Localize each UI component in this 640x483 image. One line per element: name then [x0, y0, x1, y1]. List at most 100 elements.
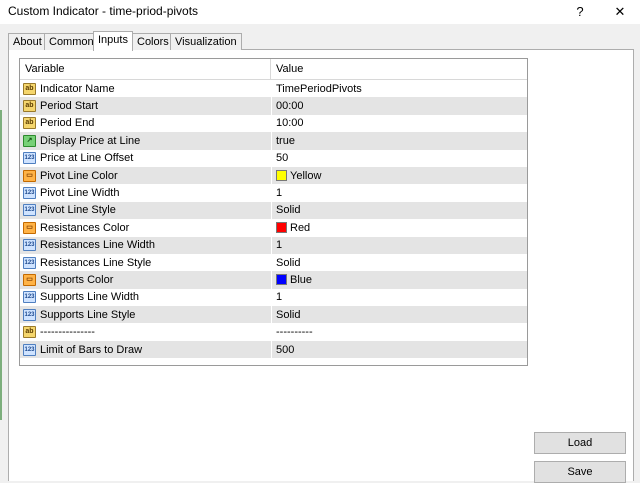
number-icon: 123	[23, 256, 36, 269]
table-row[interactable]: ab Indicator Name TimePeriodPivots	[20, 80, 527, 98]
ab-text-icon: ab	[23, 82, 36, 95]
ab-text-icon: ab	[23, 326, 36, 339]
table-row[interactable]: 123 Pivot Line Width 1	[20, 184, 527, 202]
table-row[interactable]: ▭ Resistances Color Red	[20, 219, 527, 237]
variable-cell[interactable]: ▭ Supports Color	[20, 271, 270, 288]
variable-cell[interactable]: 123 Resistances Line Width	[20, 237, 270, 254]
value-cell[interactable]: ----------	[271, 323, 527, 341]
value-text: Red	[290, 221, 311, 234]
tab-about[interactable]: About	[8, 33, 47, 50]
variable-cell[interactable]: 123 Supports Line Width	[20, 289, 270, 306]
variable-cell[interactable]: 123 Limit of Bars to Draw	[20, 341, 270, 358]
value-text: ----------	[276, 326, 313, 339]
tab-visualization[interactable]: Visualization	[170, 33, 242, 50]
color-icon: ▭	[23, 221, 36, 234]
value-text: 1	[276, 187, 283, 200]
variable-cell[interactable]: 123 Price at Line Offset	[20, 150, 270, 167]
inputs-grid[interactable]: Variable Value ab Indicator Name TimePerio…	[19, 58, 528, 366]
color-icon: ▭	[23, 169, 36, 182]
variable-cell[interactable]: ▭ Resistances Color	[20, 219, 270, 236]
variable-label: Indicator Name	[40, 82, 115, 95]
table-row[interactable]: 123 Supports Line Width 1	[20, 288, 527, 307]
value-cell[interactable]: Solid	[271, 306, 527, 324]
ab-text-icon: ab	[23, 100, 36, 113]
tab-common[interactable]: Common	[44, 33, 99, 50]
variable-label: Resistances Line Style	[40, 256, 152, 269]
variable-cell[interactable]: ▭ Pivot Line Color	[20, 167, 270, 184]
tab-colors[interactable]: Colors	[132, 33, 174, 50]
close-button[interactable]: ✕	[600, 0, 640, 24]
grid-header: Variable Value	[20, 59, 527, 80]
value-cell[interactable]: Blue	[271, 271, 527, 289]
value-cell[interactable]: 500	[271, 340, 527, 359]
value-text: 1	[276, 291, 283, 304]
table-row[interactable]: 123 Pivot Line Style Solid	[20, 201, 527, 220]
value-cell[interactable]: true	[271, 132, 527, 150]
help-button[interactable]: ?	[560, 0, 600, 24]
variable-cell[interactable]: 123 Pivot Line Width	[20, 184, 270, 201]
table-row[interactable]: ▭ Pivot Line Color Yellow	[20, 166, 527, 185]
number-icon: 123	[23, 291, 36, 304]
variable-label: Supports Line Style	[40, 308, 136, 321]
variable-cell[interactable]: ↗ Display Price at Line	[20, 132, 270, 149]
variable-cell[interactable]: ab ---------------	[20, 323, 270, 340]
value-text: Solid	[276, 256, 301, 269]
variable-label: Resistances Line Width	[40, 239, 155, 252]
load-button[interactable]: Load	[534, 432, 626, 454]
variable-cell[interactable]: 123 Supports Line Style	[20, 306, 270, 323]
value-cell[interactable]: Solid	[271, 253, 527, 272]
variable-cell[interactable]: 123 Pivot Line Style	[20, 202, 270, 219]
variable-label: Pivot Line Color	[40, 169, 118, 182]
variable-label: Supports Line Width	[40, 291, 140, 304]
value-cell[interactable]: Solid	[271, 201, 527, 220]
column-header-value[interactable]: Value	[276, 63, 303, 75]
table-row[interactable]: 123 Resistances Line Style Solid	[20, 253, 527, 272]
color-swatch	[276, 222, 287, 234]
number-icon: 123	[23, 343, 36, 356]
table-row[interactable]: ▭ Supports Color Blue	[20, 271, 527, 289]
variable-label: Pivot Line Style	[40, 204, 116, 217]
tab-inputs[interactable]: Inputs	[93, 31, 133, 51]
variable-cell[interactable]: ab Period Start	[20, 97, 270, 114]
table-row[interactable]: 123 Supports Line Style Solid	[20, 306, 527, 324]
table-row[interactable]: 123 Price at Line Offset 50	[20, 149, 527, 167]
value-text: 500	[276, 343, 295, 356]
value-text: 1	[276, 239, 283, 252]
ab-text-icon: ab	[23, 117, 36, 130]
variable-label: Supports Color	[40, 273, 114, 286]
value-cell[interactable]: 1	[271, 236, 527, 254]
value-text: Blue	[290, 273, 313, 286]
table-row[interactable]: 123 Limit of Bars to Draw 500	[20, 340, 527, 359]
number-icon: 123	[23, 308, 36, 321]
bool-icon: ↗	[23, 134, 36, 147]
column-separator[interactable]	[270, 59, 271, 79]
value-cell[interactable]: 00:00	[271, 97, 527, 115]
value-text: 00:00	[276, 100, 304, 113]
value-cell[interactable]: 1	[271, 184, 527, 202]
value-cell[interactable]: TimePeriodPivots	[271, 80, 527, 98]
table-row[interactable]: ab Period End 10:00	[20, 114, 527, 133]
table-row[interactable]: ↗ Display Price at Line true	[20, 132, 527, 150]
value-cell[interactable]: Yellow	[271, 166, 527, 185]
variable-cell[interactable]: 123 Resistances Line Style	[20, 254, 270, 271]
variable-label: Price at Line Offset	[40, 152, 134, 165]
column-header-variable[interactable]: Variable	[25, 63, 65, 75]
value-cell[interactable]: 50	[271, 149, 527, 167]
color-swatch	[276, 170, 287, 182]
table-row[interactable]: ab Period Start 00:00	[20, 97, 527, 115]
value-text: TimePeriodPivots	[276, 82, 362, 95]
table-row[interactable]: 123 Resistances Line Width 1	[20, 236, 527, 254]
value-cell[interactable]: Red	[271, 219, 527, 237]
variable-label: Pivot Line Width	[40, 187, 120, 200]
variable-label: Display Price at Line	[40, 134, 141, 147]
number-icon: 123	[23, 152, 36, 165]
variable-cell[interactable]: ab Indicator Name	[20, 80, 270, 97]
background-chart-edge	[0, 110, 2, 420]
value-text: Solid	[276, 308, 301, 321]
value-cell[interactable]: 1	[271, 288, 527, 307]
variable-label: Limit of Bars to Draw	[40, 343, 143, 356]
table-row[interactable]: ab --------------- ----------	[20, 323, 527, 341]
variable-cell[interactable]: ab Period End	[20, 115, 270, 132]
value-cell[interactable]: 10:00	[271, 114, 527, 133]
color-icon: ▭	[23, 273, 36, 286]
